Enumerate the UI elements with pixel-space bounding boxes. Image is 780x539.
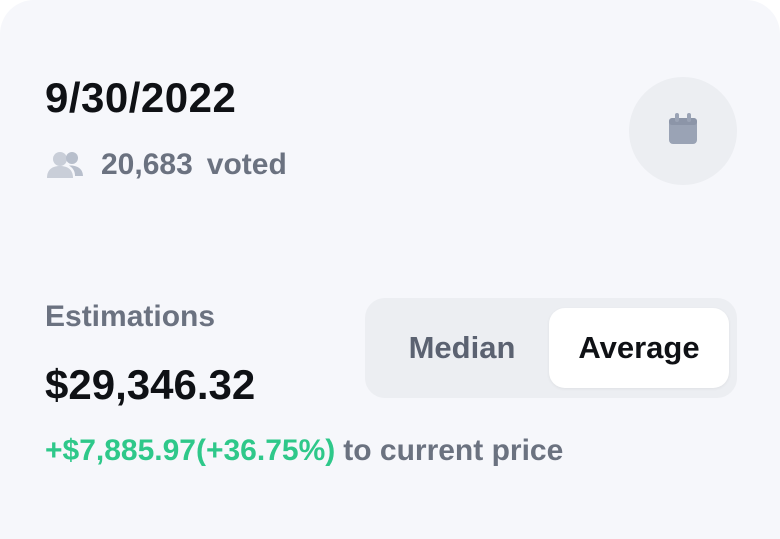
price-change: +$7,885.97(+36.75%) to current price [45, 430, 563, 472]
estimations-label: Estimations [45, 300, 216, 333]
price-change-amount: +$7,885.97(+36.75%) [45, 434, 336, 467]
average-option[interactable]: Average [549, 308, 729, 388]
calendar-button[interactable] [629, 77, 737, 185]
calendar-icon [664, 110, 702, 153]
prediction-card: 9/30/2022 20,683 voted Estimations $29,3… [0, 0, 780, 539]
median-option[interactable]: Median [375, 308, 549, 388]
users-icon [45, 149, 85, 181]
price-change-suffix: to current price [343, 434, 564, 467]
estimation-mode-toggle: Median Average [365, 298, 737, 398]
vote-label: voted [206, 148, 287, 181]
estimation-value: $29,346.32 [45, 361, 256, 408]
vote-summary: 20,683 voted [45, 145, 287, 185]
vote-count: 20,683 [101, 148, 193, 181]
prediction-date: 9/30/2022 [45, 74, 237, 121]
